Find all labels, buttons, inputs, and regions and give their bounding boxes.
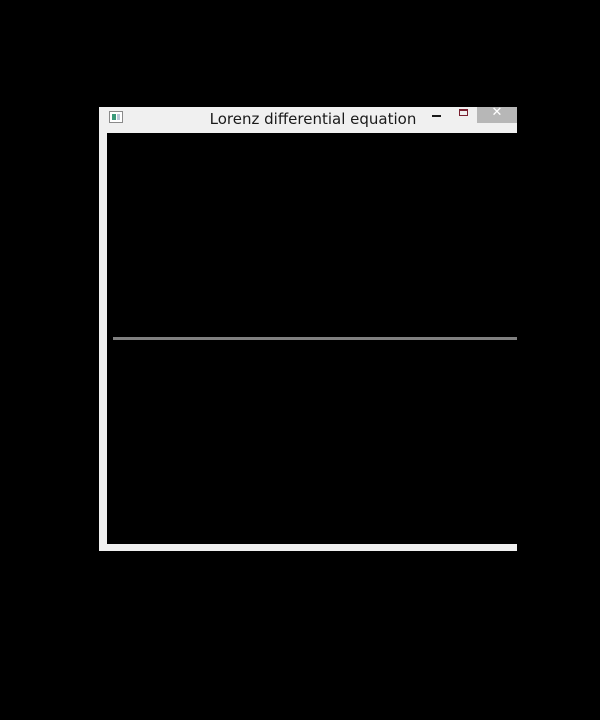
maximize-icon [459, 109, 468, 116]
app-window: Lorenz differential equation ✕ [99, 105, 517, 551]
close-button[interactable]: ✕ [477, 105, 517, 123]
close-icon: ✕ [491, 105, 503, 120]
window-title: Lorenz differential equation [209, 110, 417, 128]
app-icon-pane-left [112, 114, 116, 120]
maximize-button[interactable] [454, 107, 474, 125]
drawing-canvas[interactable] [107, 133, 517, 544]
app-icon-pane-right [117, 114, 120, 120]
app-window-icon[interactable] [109, 111, 123, 123]
minimize-button[interactable] [427, 107, 447, 125]
title-bar[interactable]: Lorenz differential equation ✕ [99, 105, 517, 132]
minimize-icon [432, 115, 441, 117]
plot-line [113, 337, 517, 340]
